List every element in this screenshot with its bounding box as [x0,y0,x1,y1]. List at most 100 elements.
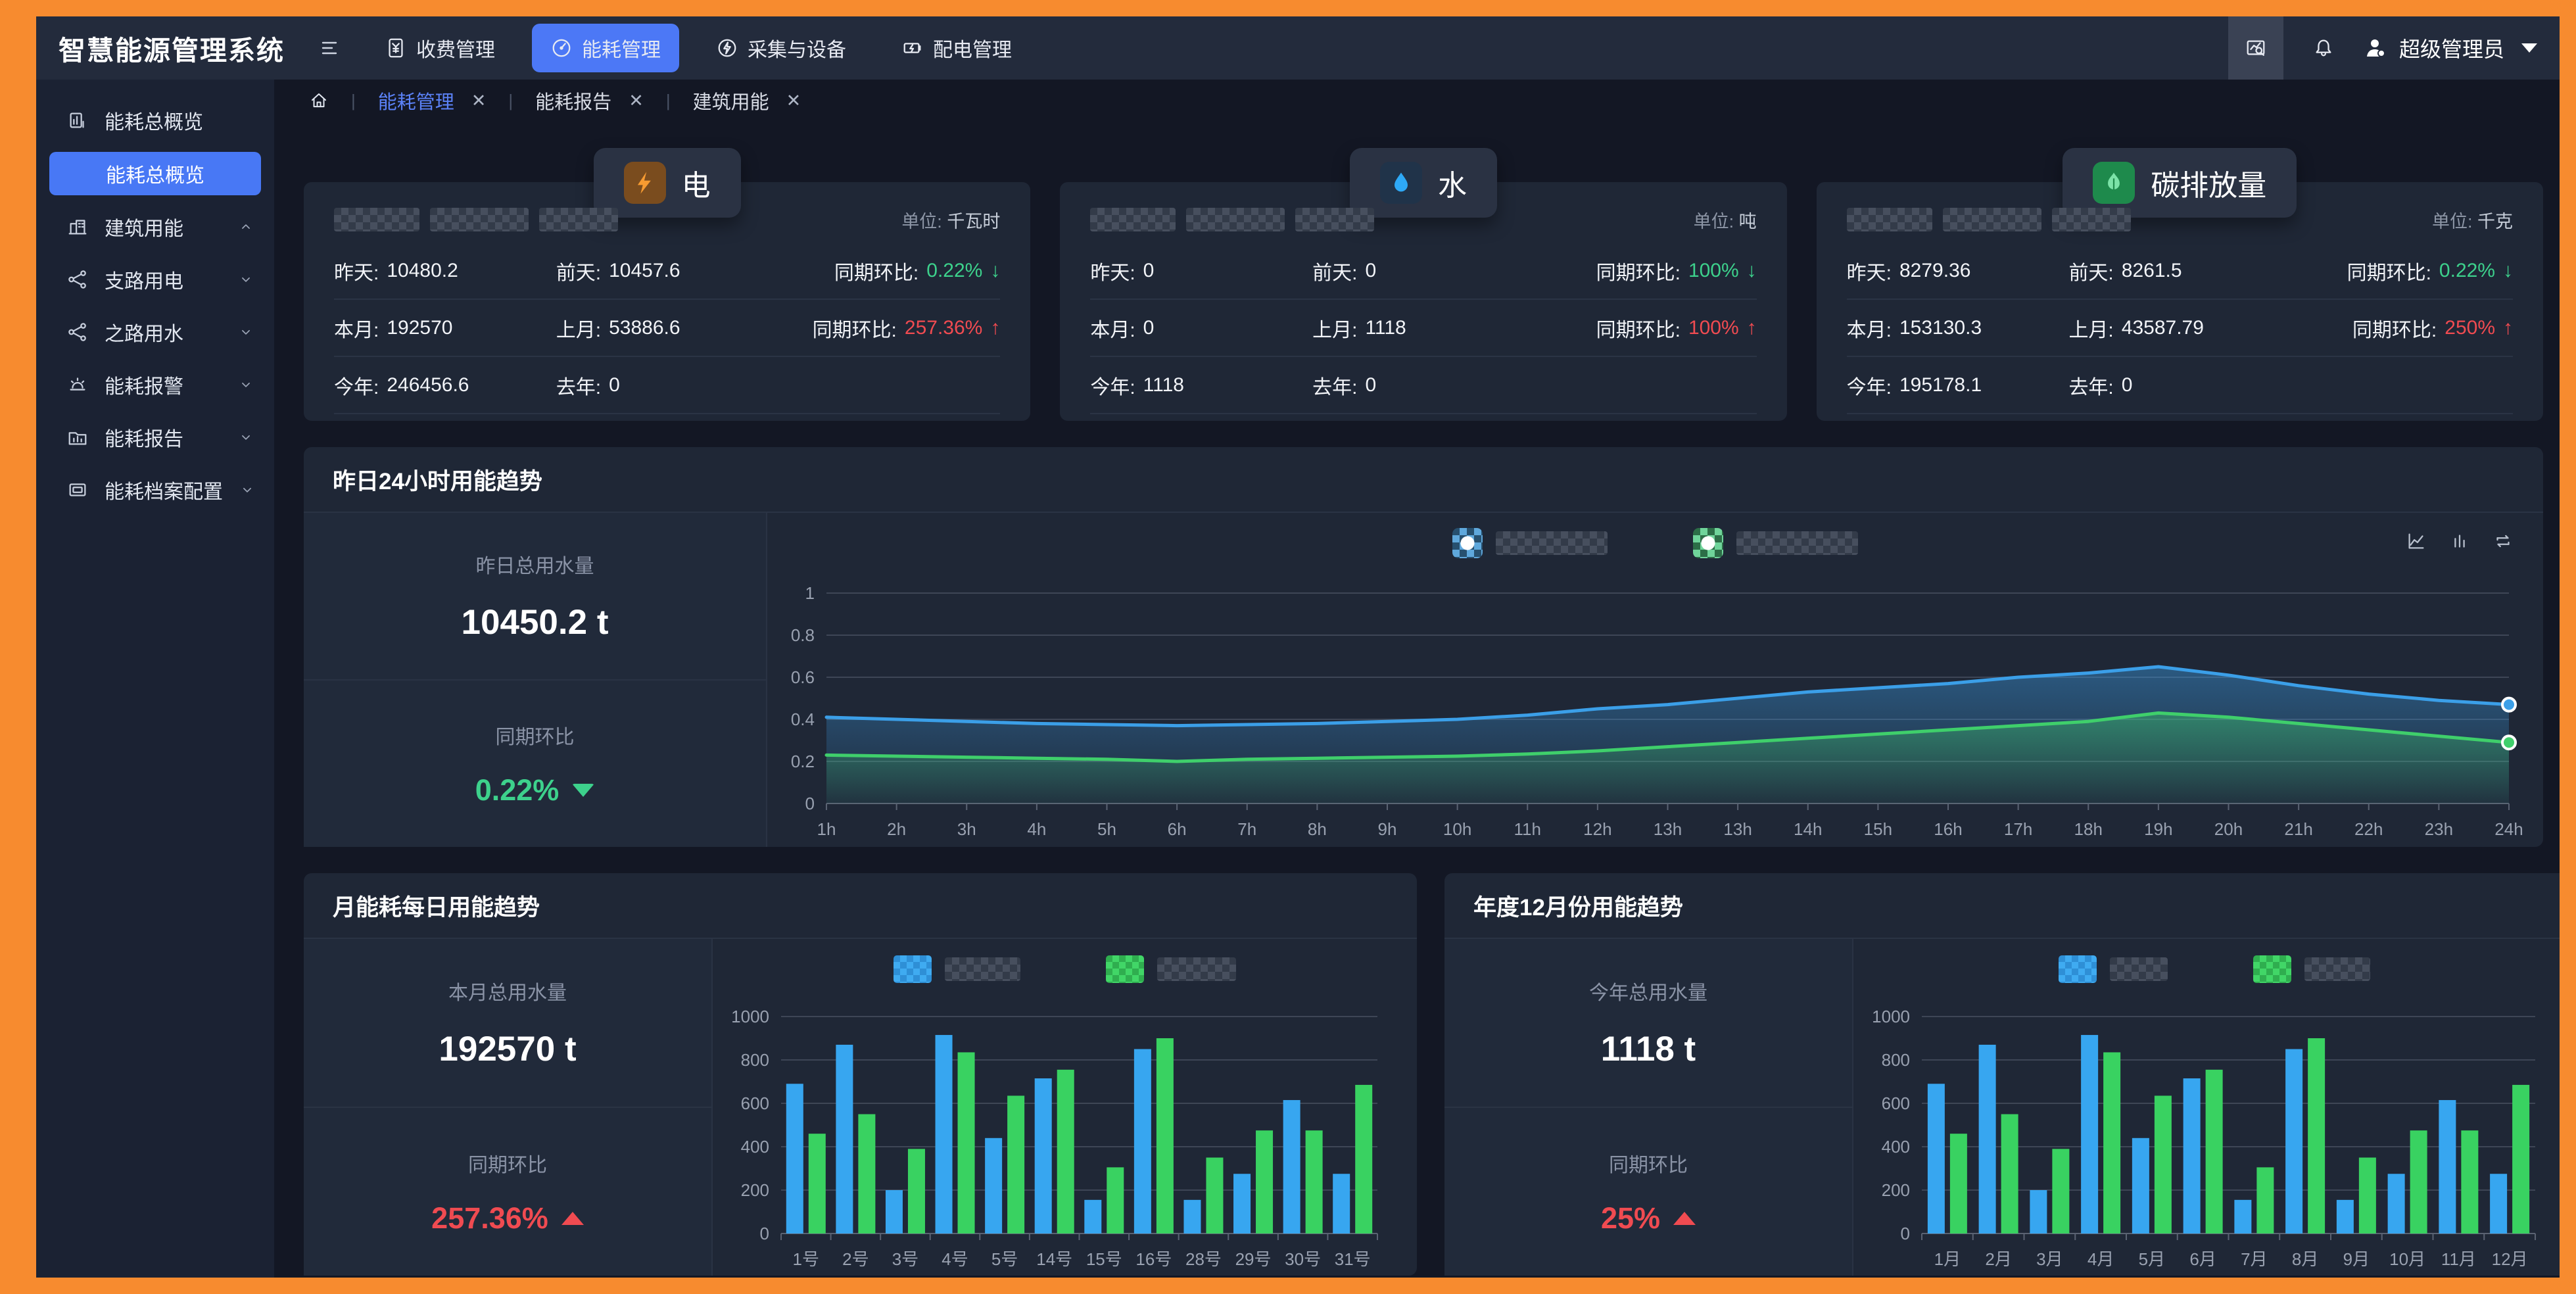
redacted-text-block [334,208,419,231]
svg-text:14号: 14号 [1036,1249,1072,1269]
redacted-text-block [2052,208,2131,231]
sidebar-collapse-button[interactable] [318,36,341,60]
stat-cell-label: 去年: [556,371,601,400]
sidebar-item-6[interactable]: 能耗报告 [36,411,274,464]
svg-text:7月: 7月 [2241,1249,2267,1269]
arrow-down-icon: ↓ [2503,260,2513,282]
hourly-stat-column: 昨日总用水量 10450.2 t 同期环比 0.22% [304,513,767,847]
tab-label: 能耗管理 [378,87,454,114]
sidebar-item-3[interactable]: 支路用电 [36,253,274,306]
svg-text:18h: 18h [2074,819,2103,839]
stat-label: 同期环比 [1609,1149,1688,1178]
card-stat-cell: 去年: 0 [1312,371,1535,400]
sidebar-subitem-active[interactable]: 能耗总概览 [49,152,261,195]
home-icon[interactable] [309,91,329,110]
tab-能耗报告[interactable]: 能耗报告✕ [535,87,644,114]
unit-caption: 单位: [2432,212,2477,231]
stat-cell-label: 去年: [1312,371,1357,400]
nav-item-label: 配电管理 [933,34,1012,62]
lightning-circle-icon [716,37,738,59]
chevron-down-icon [237,271,254,288]
legend-marker-green [2253,955,2291,983]
sidebar-item-7[interactable]: 能耗档案配置 [36,464,274,516]
stat-label: 同期环比 [496,721,575,750]
sidebar-item-4[interactable]: 之路用水 [36,306,274,358]
stat-cell-value: 0.22% [2439,260,2495,282]
summary-card-碳排放量: 碳排放量单位: 千克昨天: 8279.36前天: 8261.5同期环比: 0.2… [1817,182,2543,421]
card-stat-cell: 同期环比: 100%↑ [1535,314,1757,343]
stat-label: 本月总用水量 [448,976,567,1005]
svg-text:11h: 11h [1514,819,1541,839]
nav-item-配电管理[interactable]: 配电管理 [883,24,1030,72]
nav-item-收费管理[interactable]: 收费管理 [366,24,513,72]
svg-text:22h: 22h [2354,819,2383,839]
legend-item-green-series[interactable] [1693,528,1858,558]
close-icon[interactable]: ✕ [629,91,644,111]
tab-建筑用能[interactable]: 建筑用能✕ [693,87,801,114]
sidebar-item-5[interactable]: 能耗报警 [36,358,274,411]
svg-text:800: 800 [741,1050,769,1070]
tab-能耗管理[interactable]: 能耗管理 ✕ [378,87,487,114]
notifications-bell-icon[interactable] [2312,37,2335,59]
stat-cell-value: 153130.3 [1899,317,1982,339]
svg-text:19h: 19h [2144,819,2172,839]
unit-value: 千瓦时 [947,212,1000,231]
arrow-up-icon: ↑ [2503,317,2513,339]
nav-item-采集与设备[interactable]: 采集与设备 [698,24,865,72]
sidebar-item-2[interactable]: 建筑用能 [36,201,274,253]
card-stat-row: 本月: 153130.3上月: 43587.79同期环比: 250%↑ [1847,300,2513,357]
unit-label: 单位: 千克 [2432,207,2513,233]
svg-text:17h: 17h [2004,819,2032,839]
tab-separator: | [508,91,513,111]
close-icon[interactable]: ✕ [786,91,801,111]
stat-cell-value: 10480.2 [387,260,458,282]
sidebar-item-0[interactable]: 能耗总概览 [36,94,274,147]
stat-cell-label: 同期环比: [1596,256,1681,285]
stat-cell-label: 去年: [2068,371,2113,400]
toggle-line-chart-icon[interactable] [2405,530,2427,552]
redacted-text-block [1186,208,1285,231]
hourly-trend-panel: 昨日24小时用能趋势 昨日总用水量 10450.2 t 同期环比 0.22% [304,447,2543,847]
stat-label: 今年总用水量 [1589,976,1707,1005]
svg-text:5月: 5月 [2139,1249,2165,1269]
svg-text:14h: 14h [1794,819,1822,839]
close-icon[interactable]: ✕ [471,91,487,111]
legend-item-blue-series[interactable] [894,955,1020,983]
toggle-bar-chart-icon[interactable] [2448,530,2471,552]
legend-item-blue-series[interactable] [1452,528,1608,558]
stat-cell-value: 8261.5 [2122,260,2182,282]
stat-cell-label: 昨天: [1847,256,1892,285]
chart-search-button[interactable] [2228,16,2283,80]
stat-cell-label: 前天: [2068,256,2113,285]
chevron-up-icon [237,218,254,235]
stat-percent: 25% [1601,1201,1696,1235]
stat-cell-label: 同期环比: [2347,256,2431,285]
svg-text:200: 200 [1882,1180,1910,1200]
stat-cell-label: 今年: [1847,371,1892,400]
nav-item-label: 采集与设备 [748,34,846,62]
stat-cell-value: 192570 [387,317,452,339]
svg-text:29号: 29号 [1235,1249,1272,1269]
daily-stat-column: 本月总用水量 192570 t 同期环比 257.36% [304,939,713,1276]
card-title: 碳排放量 [2151,162,2266,204]
summary-card-水: 水单位: 吨昨天: 0前天: 0同期环比: 100%↓本月: 0上月: 1118… [1060,182,1786,421]
legend-item-green-series[interactable] [1106,955,1236,983]
legend-item-blue-series[interactable] [2059,955,2168,983]
stat-cell-value: 0 [609,374,620,396]
sidebar-item-label: 支路用电 [105,265,183,294]
daily-chart-area: 020040060080010001号2号3号4号5号14号15号16号28号2… [713,939,1417,1276]
monthly-chart-area: 020040060080010001月2月3月4月5月6月7月8月9月10月11… [1853,939,2560,1276]
legend-item-green-series[interactable] [2253,955,2370,983]
screenshot-frame: { "navbar": { "brand": "智慧能源管理系统", "menu… [0,0,2576,1294]
stat-cell-label: 今年: [334,371,379,400]
card-title: 电 [682,162,711,204]
stat-cell-label: 上月: [556,314,601,343]
sidebar-item-label: 建筑用能 [105,212,183,241]
gauge-icon [550,37,573,59]
user-menu[interactable]: 超级管理员 [2364,33,2537,63]
chart-toolbar [2405,530,2514,552]
stat-cell-label: 昨天: [1090,256,1135,285]
card-stat-cell: 前天: 0 [1312,256,1535,285]
restore-chart-icon[interactable] [2492,530,2514,552]
nav-item-能耗管理[interactable]: 能耗管理 [532,24,679,72]
